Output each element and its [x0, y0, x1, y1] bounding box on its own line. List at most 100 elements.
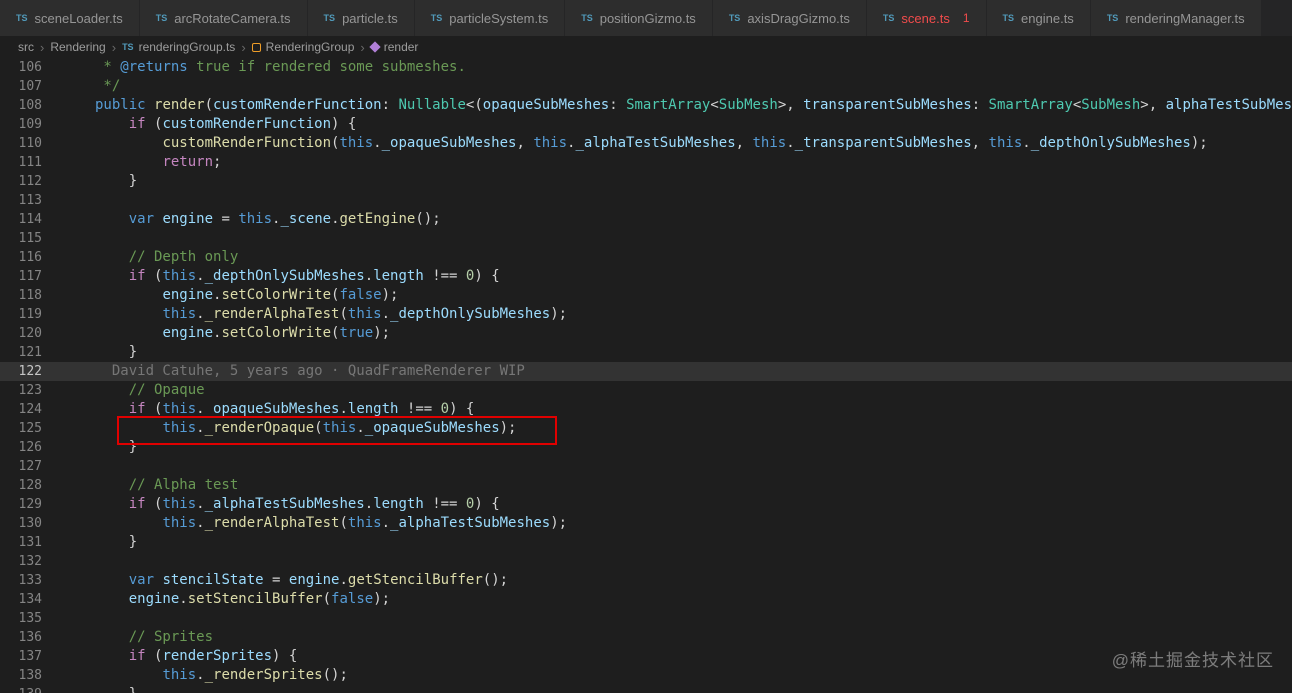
code-line-109[interactable]: 109 if (customRenderFunction) {	[0, 115, 1292, 134]
code-line-122[interactable]: 122 David Catuhe, 5 years ago · QuadFram…	[0, 362, 1292, 381]
code-line-113[interactable]: 113	[0, 191, 1292, 210]
tab-axisDragGizmo-ts[interactable]: TS axisDragGizmo.ts	[712, 0, 867, 36]
code-line-120[interactable]: 120 engine.setColorWrite(true);	[0, 324, 1292, 343]
code-line-110[interactable]: 110 customRenderFunction(this._opaqueSub…	[0, 134, 1292, 153]
code-line-108[interactable]: 108 public render(customRenderFunction: N…	[0, 96, 1292, 115]
line-number[interactable]: 119	[0, 305, 42, 324]
tab-particle-ts[interactable]: TS particle.ts	[307, 0, 415, 36]
line-number[interactable]: 131	[0, 533, 42, 552]
line-number[interactable]: 130	[0, 514, 42, 533]
code-line-121[interactable]: 121 }	[0, 343, 1292, 362]
code-line-107[interactable]: 107 */	[0, 77, 1292, 96]
tab-label: arcRotateCamera.ts	[174, 10, 291, 26]
line-number[interactable]: 129	[0, 495, 42, 514]
code-line-124[interactable]: 124 if (this._opaqueSubMeshes.length !==…	[0, 400, 1292, 419]
line-number[interactable]: 133	[0, 571, 42, 590]
code-token: SmartArray	[626, 97, 711, 113]
tab-renderingManager-ts[interactable]: TS renderingManager.ts	[1090, 0, 1262, 36]
code-token: engine	[162, 211, 214, 227]
line-number[interactable]: 123	[0, 381, 42, 400]
line-number[interactable]: 114	[0, 210, 42, 229]
line-number[interactable]: 117	[0, 267, 42, 286]
breadcrumb-item-src[interactable]: src	[18, 40, 34, 54]
line-number[interactable]: 108	[0, 96, 42, 115]
line-number[interactable]: 122	[0, 362, 42, 381]
code-line-131[interactable]: 131 }	[0, 533, 1292, 552]
code-line-139[interactable]: 139 }	[0, 685, 1292, 693]
line-number[interactable]: 116	[0, 248, 42, 267]
tab-sceneLoader-ts[interactable]: TS sceneLoader.ts	[0, 0, 140, 36]
code-token: stencilState	[162, 572, 264, 588]
code-line-114[interactable]: 114 var engine = this._scene.getEngine()…	[0, 210, 1292, 229]
code-token: _depthOnlySubMeshes	[204, 268, 365, 284]
code-line-119[interactable]: 119 this._renderAlphaTest(this._depthOnl…	[0, 305, 1292, 324]
code-line-129[interactable]: 129 if (this._alphaTestSubMeshes.length …	[0, 495, 1292, 514]
code-token: engine	[128, 591, 180, 607]
code-line-128[interactable]: 128 // Alpha test	[0, 476, 1292, 495]
line-number[interactable]: 136	[0, 628, 42, 647]
code-line-112[interactable]: 112 }	[0, 172, 1292, 191]
code-line-134[interactable]: 134 engine.setStencilBuffer(false);	[0, 590, 1292, 609]
tab-engine-ts[interactable]: TS engine.ts	[986, 0, 1091, 36]
line-number[interactable]: 109	[0, 115, 42, 134]
line-number[interactable]: 120	[0, 324, 42, 343]
code-token: :	[381, 97, 399, 113]
breadcrumb-item-render[interactable]: render	[369, 40, 418, 54]
line-number[interactable]: 110	[0, 134, 42, 153]
code-line-123[interactable]: 123 // Opaque	[0, 381, 1292, 400]
code-line-132[interactable]: 132	[0, 552, 1292, 571]
code-token: ) {	[474, 268, 500, 284]
line-number[interactable]: 134	[0, 590, 42, 609]
line-number[interactable]: 124	[0, 400, 42, 419]
line-number[interactable]: 125	[0, 419, 42, 438]
code-token: .	[1022, 135, 1031, 151]
code-line-125[interactable]: 125 this._renderOpaque(this._opaqueSubMe…	[0, 419, 1292, 438]
code-line-133[interactable]: 133 var stencilState = engine.getStencil…	[0, 571, 1292, 590]
line-number[interactable]: 111	[0, 153, 42, 172]
code-token: }	[95, 686, 137, 693]
line-number[interactable]: 137	[0, 647, 42, 666]
code-line-118[interactable]: 118 engine.setColorWrite(false);	[0, 286, 1292, 305]
code-line-138[interactable]: 138 this._renderSprites();	[0, 666, 1292, 685]
code-token: setColorWrite	[221, 287, 332, 303]
code-token: .	[364, 496, 374, 512]
code-line-135[interactable]: 135	[0, 609, 1292, 628]
tab-positionGizmo-ts[interactable]: TS positionGizmo.ts	[565, 0, 713, 36]
line-number[interactable]: 127	[0, 457, 42, 476]
line-number[interactable]: 107	[0, 77, 42, 96]
breadcrumb-item-Rendering[interactable]: Rendering	[50, 40, 105, 54]
tab-arcRotateCamera-ts[interactable]: TS arcRotateCamera.ts	[139, 0, 308, 36]
code-line-130[interactable]: 130 this._renderAlphaTest(this._alphaTes…	[0, 514, 1292, 533]
line-number[interactable]: 126	[0, 438, 42, 457]
breadcrumb-item-renderingGroup-ts[interactable]: TS renderingGroup.ts	[122, 40, 235, 54]
code-line-117[interactable]: 117 if (this._depthOnlySubMeshes.length …	[0, 267, 1292, 286]
code-line-126[interactable]: 126 }	[0, 438, 1292, 457]
line-number[interactable]: 112	[0, 172, 42, 191]
line-number[interactable]: 115	[0, 229, 42, 248]
line-number[interactable]: 121	[0, 343, 42, 362]
line-number[interactable]: 132	[0, 552, 42, 571]
code-line-127[interactable]: 127	[0, 457, 1292, 476]
code-line-136[interactable]: 136 // Sprites	[0, 628, 1292, 647]
line-number[interactable]: 139	[0, 685, 42, 693]
code-line-137[interactable]: 137 if (renderSprites) {	[0, 647, 1292, 666]
breadcrumb-item-RenderingGroup[interactable]: RenderingGroup	[251, 40, 354, 54]
code-line-111[interactable]: 111 return;	[0, 153, 1292, 172]
code-text: this._renderOpaque(this._opaqueSubMeshes…	[95, 419, 1292, 438]
code-token: this	[533, 135, 568, 151]
tab-scene-ts[interactable]: TS scene.ts 1	[866, 0, 987, 36]
line-number[interactable]: 135	[0, 609, 42, 628]
line-number[interactable]: 106	[0, 58, 42, 77]
code-line-115[interactable]: 115	[0, 229, 1292, 248]
code-line-116[interactable]: 116 // Depth only	[0, 248, 1292, 267]
code-token: this	[752, 135, 787, 151]
line-number[interactable]: 118	[0, 286, 42, 305]
line-number[interactable]: 128	[0, 476, 42, 495]
code-token: this	[347, 306, 382, 322]
code-token: true	[339, 325, 374, 341]
line-number[interactable]: 113	[0, 191, 42, 210]
code-line-106[interactable]: 106 * @returns true if rendered some sub…	[0, 58, 1292, 77]
tab-particleSystem-ts[interactable]: TS particleSystem.ts	[414, 0, 566, 36]
line-number[interactable]: 138	[0, 666, 42, 685]
